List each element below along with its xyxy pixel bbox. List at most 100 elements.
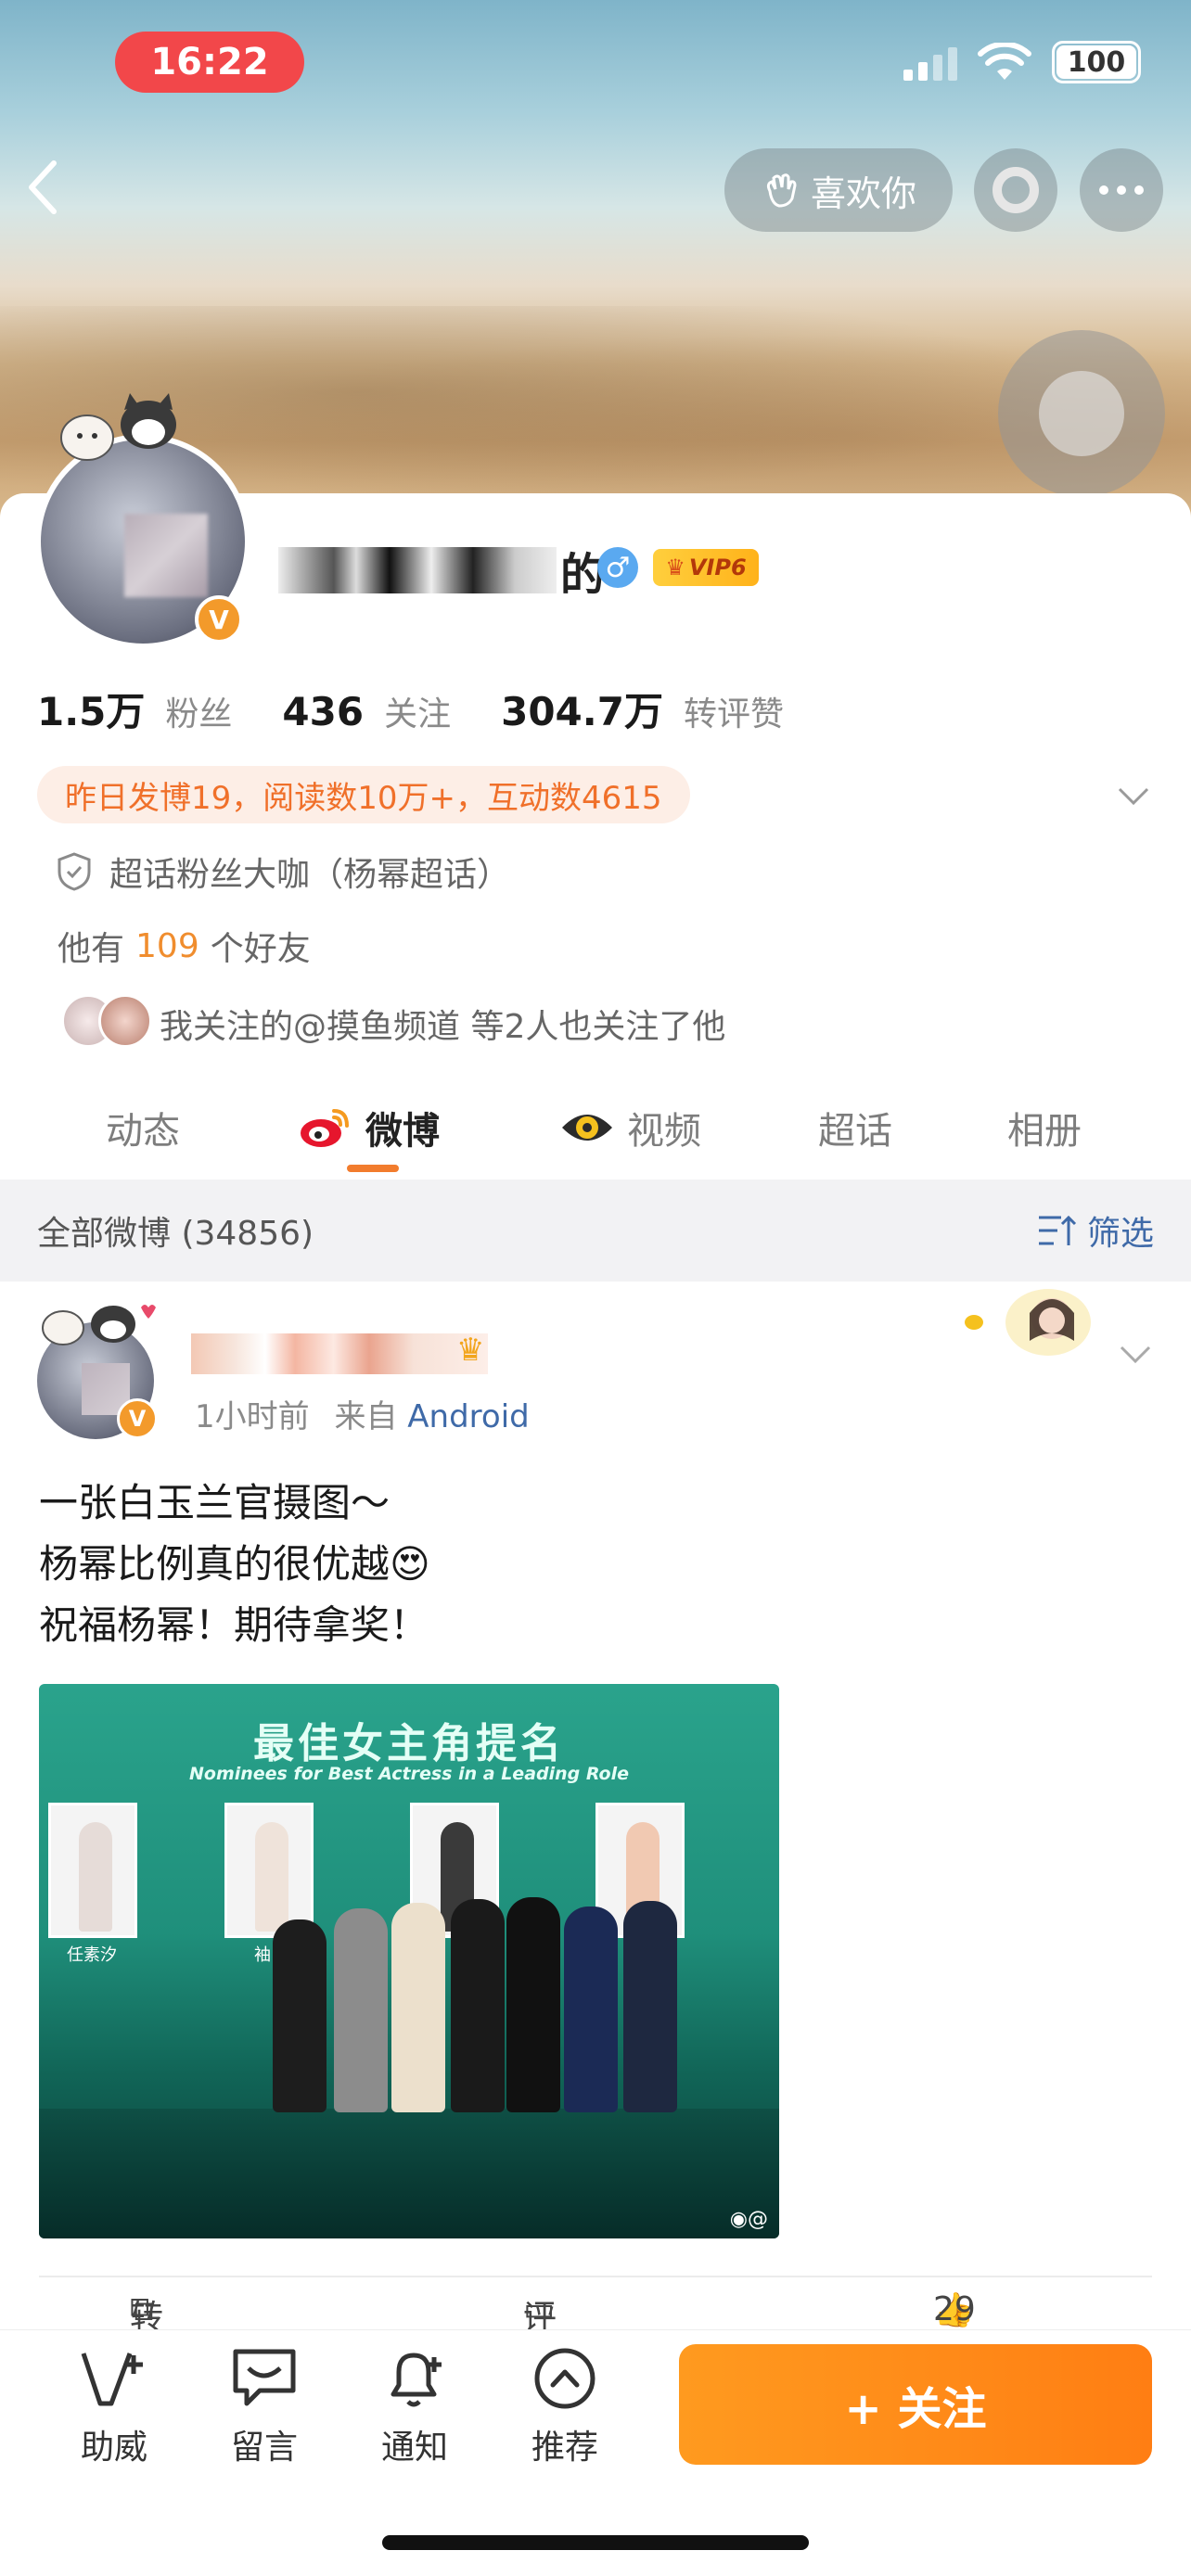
post-image[interactable]: 最佳女主角提名 Nominees for Best Actress in a L… [39, 1684, 779, 2238]
fans-count[interactable]: 1.5万 [37, 681, 145, 737]
friends-count: 109 [135, 926, 199, 965]
home-indicator[interactable] [382, 2535, 809, 2550]
post-line: 杨幂比例真的很优越 [39, 1541, 391, 1587]
battery-level: 100 [1057, 45, 1136, 79]
post-meta: 1小时前 来自 Android [195, 1391, 530, 1436]
like-you-button[interactable]: 喜欢你 [724, 148, 953, 232]
post-time: 1小时前 [195, 1398, 310, 1435]
male-icon: ♂ [597, 547, 638, 588]
tab-super-topic-label: 超话 [818, 1110, 892, 1153]
post-menu-chevron-icon[interactable] [1119, 1332, 1152, 1374]
verified-badge: V [195, 595, 243, 644]
message-label: 留言 [230, 2429, 298, 2467]
weibo-logo-icon [301, 1109, 349, 1147]
tab-dynamics-label: 动态 [106, 1110, 180, 1153]
shield-icon [58, 852, 91, 891]
chat-bubble-icon [230, 2344, 299, 2413]
decoration-sticker [965, 1289, 1091, 1356]
cat-pendant-icon [42, 1305, 156, 1345]
nominee-label: 袖 [254, 1945, 271, 1965]
person [391, 1903, 445, 2112]
story-ring-button[interactable] [974, 148, 1057, 232]
tab-weibo[interactable]: 微博 [299, 1090, 440, 1165]
assistive-touch-button[interactable] [998, 330, 1165, 497]
name-mosaic [278, 547, 557, 593]
person [506, 1897, 560, 2112]
all-weibo-label[interactable]: 全部微博 (34856) [37, 1206, 314, 1255]
filter-label: 筛选 [1086, 1215, 1154, 1253]
crown-icon: ♛ [665, 555, 685, 580]
cat-pendant-icon [60, 393, 176, 461]
recommend-button[interactable]: 推荐 [514, 2344, 616, 2468]
more-button[interactable] [1080, 148, 1163, 232]
tab-video[interactable]: 视频 [560, 1090, 701, 1165]
status-time: 16:22 [115, 32, 304, 93]
like-count: 29 [933, 2290, 976, 2328]
image-subtitle: Nominees for Best Actress in a Leading R… [188, 1764, 630, 1784]
post-author-name[interactable] [191, 1333, 488, 1374]
person [273, 1919, 327, 2112]
tab-video-label: 视频 [627, 1110, 701, 1153]
vip-badge[interactable]: ♛ VIP6 [653, 549, 759, 586]
follow-button[interactable]: + 关注 [679, 2344, 1152, 2465]
chevron-down-icon[interactable] [1117, 773, 1150, 816]
interactions-label[interactable]: 转评赞 [684, 687, 784, 735]
friends-prefix: 他有 [58, 930, 125, 968]
post-line: 一张白玉兰官摄图～ [39, 1480, 391, 1525]
nominee-label: 任素汐 [67, 1945, 117, 1965]
mutual-avatar [98, 994, 152, 1048]
super-topic-row[interactable]: 超话粉丝大咖（杨幂超话） [56, 848, 510, 896]
notify-label: 通知 [380, 2429, 448, 2467]
person [564, 1906, 618, 2112]
profile-tabs: 动态 微博 视频 超话 相册 [0, 1085, 1191, 1170]
crown-icon: ♛ [456, 1332, 485, 1369]
yesterday-summary[interactable]: 昨日发博19，阅读数10万+，互动数4615 [37, 766, 690, 823]
post-line-with-emoji: 杨幂比例真的很优越😍 [39, 1534, 430, 1595]
hand-icon [766, 173, 797, 208]
tab-album-label: 相册 [1007, 1110, 1082, 1153]
heart-eyes-emoji: 😍 [390, 1541, 430, 1587]
cheer-button[interactable]: 助威 [63, 2344, 165, 2468]
ring-icon [992, 167, 1039, 213]
super-topic-label: 超话粉丝大咖（杨幂超话） [109, 856, 511, 894]
person [451, 1899, 505, 2112]
notify-button[interactable]: 通知 [364, 2344, 466, 2468]
mutual-follow-row[interactable]: 我关注的@摸鱼频道 等2人也关注了他 [160, 1000, 725, 1048]
battery-icon: 100 [1052, 41, 1141, 83]
post-source-prefix: 来自 [334, 1398, 398, 1435]
friends-row[interactable]: 他有 109 个好友 [58, 922, 311, 970]
post-body: 一张白玉兰官摄图～ 杨幂比例真的很优越😍 祝福杨幂！期待拿奖！ [39, 1473, 430, 1656]
cheer-icon [80, 2344, 148, 2413]
signal-icon [903, 44, 957, 81]
cheer-label: 助威 [80, 2429, 147, 2467]
nominee-portrait [224, 1803, 314, 1938]
weibo-watermark-icon: ◉@ [729, 2208, 768, 2231]
person [623, 1901, 677, 2112]
like-you-label: 喜欢你 [810, 172, 916, 214]
tab-dynamics[interactable]: 动态 [106, 1090, 180, 1165]
status-icons: 100 [903, 39, 1141, 85]
active-tab-indicator [347, 1165, 399, 1172]
recommend-label: 推荐 [531, 2429, 598, 2467]
following-label[interactable]: 关注 [384, 687, 451, 735]
interactions-count[interactable]: 304.7万 [501, 681, 663, 737]
post-source[interactable]: Android [407, 1398, 529, 1435]
wifi-icon [978, 43, 1031, 80]
filter-button[interactable]: 筛选 [1037, 1206, 1154, 1255]
stage [39, 2109, 779, 2238]
fans-label[interactable]: 粉丝 [165, 687, 232, 735]
back-button[interactable] [24, 158, 80, 223]
following-count[interactable]: 436 [282, 689, 364, 734]
post-actions: ⧉ 转发 ▭ 评论 👍 29 [0, 2290, 1191, 2385]
tab-album[interactable]: 相册 [1007, 1090, 1082, 1165]
vip-label: VIP6 [688, 555, 747, 580]
mutual-avatars [61, 994, 154, 1048]
mutual-follow-label: 我关注的@摸鱼频道 等2人也关注了他 [160, 1008, 726, 1046]
post-line: 祝福杨幂！期待拿奖！ [39, 1602, 429, 1648]
message-button[interactable]: 留言 [213, 2344, 315, 2468]
post-verified-badge: V [117, 1398, 158, 1439]
image-title: 最佳女主角提名 [253, 1720, 565, 1767]
chevron-left-icon [29, 160, 57, 214]
filter-icon [1038, 1215, 1077, 1245]
tab-super-topic[interactable]: 超话 [818, 1090, 892, 1165]
